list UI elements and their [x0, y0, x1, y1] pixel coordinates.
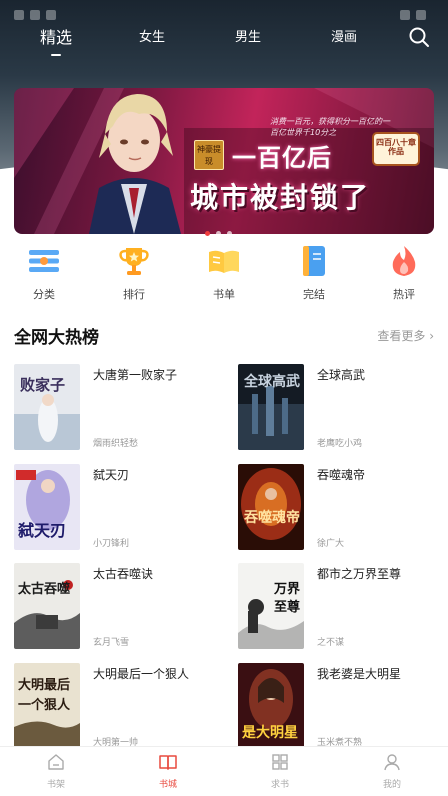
book-author: 老鹰吃小鸡 [317, 439, 363, 449]
bookmark-book-icon [297, 244, 331, 278]
status-right-icons [394, 5, 434, 20]
nav-label: 书城 [158, 780, 177, 790]
nav-bookshelf[interactable]: 书架 [26, 753, 86, 790]
category-hot-reviews[interactable]: 热评 [374, 244, 434, 302]
book-item[interactable]: 败家子 大唐第一败家子 烟雨织轻愁 [14, 364, 224, 454]
pagination-dot[interactable] [216, 231, 221, 236]
status-left-icons [14, 5, 84, 20]
book-title: 太古吞噬诀 [93, 567, 154, 581]
banner-tag: 神豪提现 [194, 140, 224, 170]
category-label: 完结 [303, 288, 325, 301]
svg-text:大明最后: 大明最后 [18, 677, 70, 693]
book-item[interactable]: 吞噬魂帝 吞噬魂帝 徐广大 [238, 464, 448, 554]
book-author: 烟雨织轻愁 [93, 439, 139, 449]
category-label: 热评 [393, 288, 415, 301]
tab-male[interactable]: 男生 [218, 26, 278, 45]
category-booklist[interactable]: 书单 [194, 244, 254, 302]
home-icon [47, 753, 65, 771]
status-bar [0, 0, 448, 22]
flame-icon [387, 244, 421, 278]
pagination-dot[interactable] [205, 231, 210, 236]
book-title: 全球高武 [317, 368, 366, 382]
category-ranking[interactable]: 排行 [104, 244, 164, 302]
svg-text:败家子: 败家子 [20, 376, 65, 394]
category-classify[interactable]: 分类 [14, 244, 74, 302]
book-cover: 大明最后 一个狠人 [14, 663, 80, 749]
banner-seal-text: 四百八十章 [376, 138, 416, 147]
tab-label: 精选 [39, 28, 72, 47]
nav-profile[interactable]: 我的 [362, 753, 422, 790]
tab-label: 女生 [138, 30, 165, 45]
book-item[interactable]: 大明最后 一个狠人 大明最后一个狠人 大明第一帅 [14, 663, 224, 753]
category-row: 分类 排行 书单 完结 热评 [0, 244, 448, 306]
nav-label: 求书 [270, 780, 289, 790]
banner-seal-sub: 作品 [388, 147, 404, 156]
tab-comics[interactable]: 漫画 [314, 26, 374, 45]
book-item[interactable]: 是大明星 我老婆是大明星 玉米煮不熟 [238, 663, 448, 753]
category-label: 分类 [33, 288, 55, 301]
book-title: 大明最后一个狠人 [93, 667, 190, 681]
book-cover: 万界 至尊 [238, 563, 304, 649]
section-title: 全网大热榜 [14, 328, 99, 348]
book-title: 弑天刃 [93, 468, 130, 482]
book-cover: 是大明星 [238, 663, 304, 749]
book-cover: 败家子 [14, 364, 80, 450]
svg-text:一个狠人: 一个狠人 [18, 697, 71, 713]
svg-text:弑天刃: 弑天刃 [17, 521, 66, 540]
book-title: 吞噬魂帝 [317, 468, 366, 482]
tab-label: 漫画 [330, 30, 357, 45]
banner-headline-1: 一百亿后 [232, 144, 332, 172]
book-author: 之不谋 [317, 638, 345, 648]
book-author: 玄月飞雪 [93, 638, 130, 648]
tab-female[interactable]: 女生 [122, 26, 182, 45]
search-icon[interactable] [408, 26, 430, 48]
book-cover: 弑天刃 [14, 464, 80, 550]
tab-featured[interactable]: 精选 [26, 24, 86, 56]
book-cover: 太古吞噬 [14, 563, 80, 649]
book-cover: 吞噬魂帝 [238, 464, 304, 550]
promo-banner[interactable]: 神豪提现 消费一百元，获得积分一百亿的一百亿世界千10分之 一百亿后 城市被封锁… [14, 88, 434, 234]
trophy-icon [117, 244, 151, 278]
character-illustration [89, 94, 181, 234]
list-icon [27, 244, 61, 278]
banner-pagination [205, 221, 238, 236]
book-author: 徐广大 [317, 539, 345, 549]
book-title: 都市之万界至尊 [317, 567, 402, 581]
nav-label: 我的 [382, 780, 401, 790]
book-author: 小刀锋利 [93, 539, 130, 549]
nav-bookstore[interactable]: 书城 [138, 753, 198, 790]
top-tabs: 精选 女生 男生 漫画 [0, 22, 448, 60]
svg-text:太古吞噬: 太古吞噬 [17, 581, 70, 597]
nav-request-book[interactable]: 求书 [250, 753, 310, 790]
book-title: 我老婆是大明星 [317, 667, 402, 681]
book-cover: 全球高武 [238, 364, 304, 450]
banner-headline-2: 城市被封锁了 [190, 181, 371, 214]
category-label: 书单 [213, 288, 235, 301]
book-item[interactable]: 万界 至尊 都市之万界至尊 之不谋 [238, 563, 448, 653]
book-title: 大唐第一败家子 [93, 368, 178, 382]
open-book-icon [207, 244, 241, 278]
svg-text:万界: 万界 [273, 581, 300, 597]
tab-label: 男生 [234, 30, 261, 45]
grid-icon [271, 753, 289, 771]
book-city-icon [159, 753, 177, 771]
book-item[interactable]: 弑天刃 弑天刃 小刀锋利 [14, 464, 224, 554]
svg-text:至尊: 至尊 [274, 599, 300, 615]
book-item[interactable]: 全球高武 全球高武 老鹰吃小鸡 [238, 364, 448, 454]
active-tab-indicator [51, 54, 61, 56]
svg-text:是大明星: 是大明星 [242, 724, 298, 741]
category-label: 排行 [123, 288, 145, 301]
banner-seal: 四百八十章 作品 [372, 132, 420, 166]
user-icon [383, 753, 401, 771]
nav-label: 书架 [46, 780, 65, 790]
see-more-link[interactable]: 查看更多 › [377, 327, 434, 344]
bottom-nav: 书架 书城 求书 我的 [0, 746, 448, 796]
category-completed[interactable]: 完结 [284, 244, 344, 302]
book-item[interactable]: 太古吞噬 太古吞噬诀 玄月飞雪 [14, 563, 224, 653]
svg-text:吞噬魂帝: 吞噬魂帝 [244, 509, 300, 526]
svg-text:全球高武: 全球高武 [243, 373, 300, 390]
pagination-dot[interactable] [227, 231, 232, 236]
